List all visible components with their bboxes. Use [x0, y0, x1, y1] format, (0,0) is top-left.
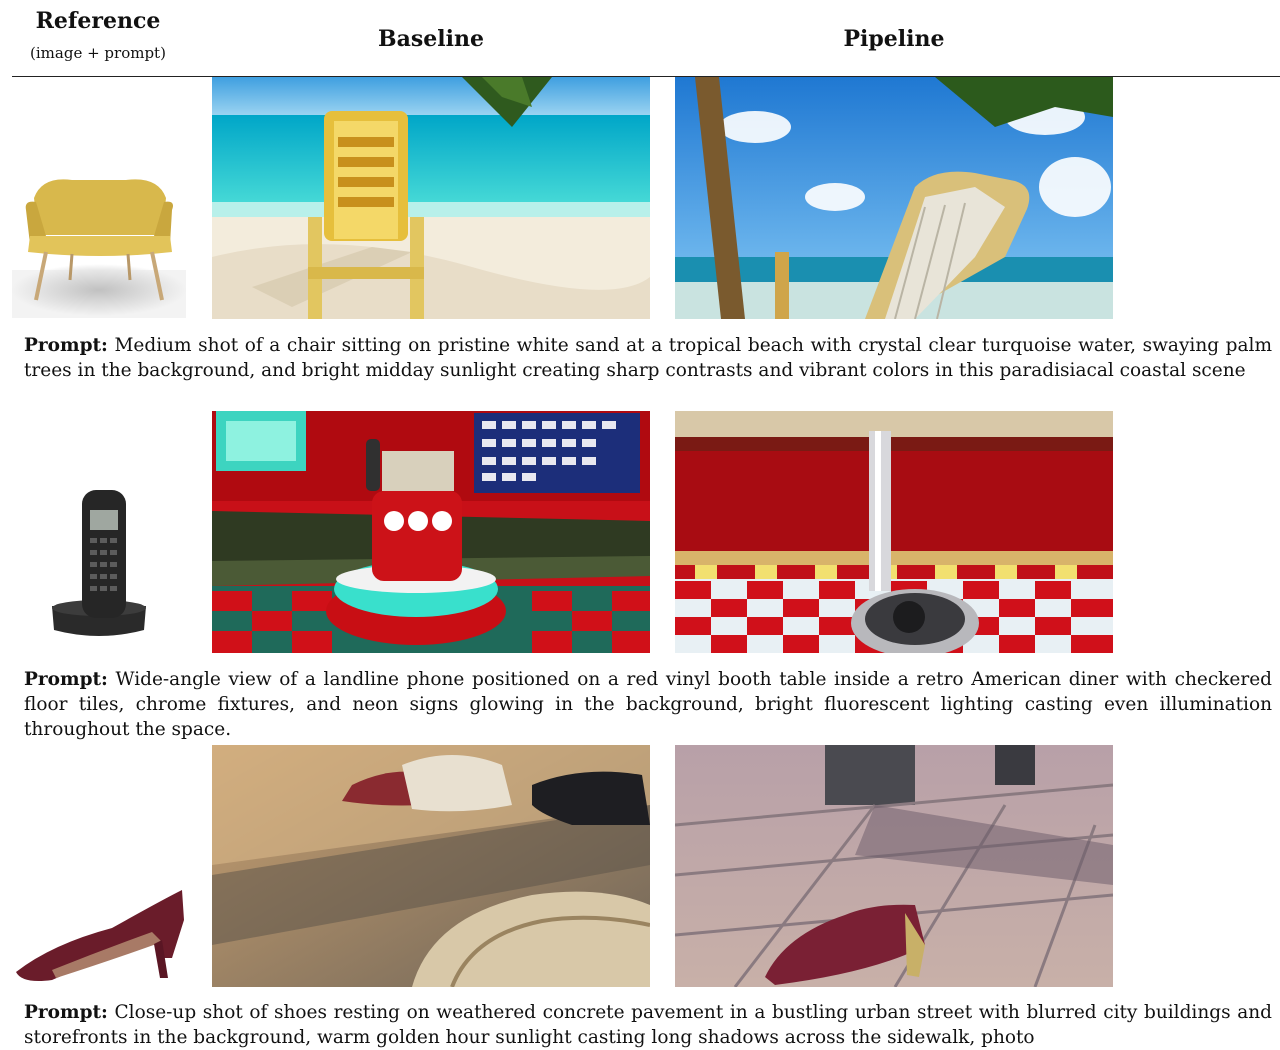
- baseline-image-diner-phone: [212, 411, 650, 653]
- baseline-column-header: Baseline: [378, 26, 484, 52]
- pipeline-image-street-shoe: [675, 745, 1113, 987]
- prompt-row-3: Prompt: Close-up shot of shoes resting o…: [24, 1000, 1272, 1050]
- prompt-text: Medium shot of a chair sitting on pristi…: [24, 335, 1272, 381]
- prompt-label: Prompt:: [24, 669, 108, 690]
- prompt-row-1: Prompt: Medium shot of a chair sitting o…: [24, 333, 1272, 383]
- baseline-image-beach-chair: [212, 77, 650, 319]
- pipeline-image-beach-chair: [675, 77, 1113, 319]
- reference-image-shoe: [12, 880, 186, 986]
- reference-column-header: Reference (image + prompt): [0, 6, 196, 64]
- reference-image-phone: [12, 480, 186, 650]
- reference-title: Reference: [35, 8, 161, 34]
- baseline-image-street-shoes: [212, 745, 650, 987]
- prompt-label: Prompt:: [24, 335, 108, 356]
- reference-subtitle: (image + prompt): [30, 44, 166, 62]
- reference-image-chair: [12, 140, 186, 318]
- prompt-text: Wide-angle view of a landline phone posi…: [24, 669, 1272, 740]
- pipeline-image-diner-phone: [675, 411, 1113, 653]
- prompt-text: Close-up shot of shoes resting on weathe…: [24, 1002, 1272, 1048]
- prompt-row-2: Prompt: Wide-angle view of a landline ph…: [24, 667, 1272, 742]
- pipeline-column-header: Pipeline: [843, 26, 945, 52]
- prompt-label: Prompt:: [24, 1002, 108, 1023]
